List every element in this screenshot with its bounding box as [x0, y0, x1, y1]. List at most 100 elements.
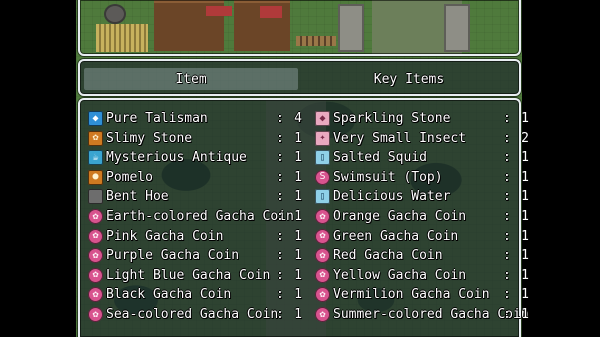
gacha-coin-icon: ✿ [88, 287, 103, 303]
item-separator: : [276, 287, 284, 303]
item-row[interactable]: ☕ Mysterious Antique:1 [88, 148, 302, 167]
item-separator: : [503, 130, 511, 146]
item-name: Pink Gacha Coin [106, 228, 224, 244]
sparkling-stone-icon: ◆ [315, 111, 330, 126]
item-row[interactable]: ✦ Very Small Insect:2 [315, 129, 529, 148]
item-quantity: 1 [521, 209, 529, 224]
item-quantity: 1 [294, 267, 302, 283]
gacha-coin-icon: ✿ [88, 307, 103, 322]
item-row[interactable]: ✿ Purple Gacha Coin:1 [88, 246, 302, 265]
item-list-window: ◆ Pure Talisman:4 ✿ Slimy Stone:1 ☕ Mysteriou… [78, 98, 529, 337]
item-row[interactable]: ▯ Salted Squid:1 [315, 148, 529, 167]
item-row[interactable]: ◆ Sparkling Stone:1 [315, 109, 529, 128]
item-name: Light Blue Gacha Coin [106, 267, 271, 283]
item-row[interactable]: ✿ Sea-colored Gacha Coin:1 [88, 305, 302, 324]
item-row[interactable]: ✿ Red Gacha Coin:1 [315, 246, 529, 265]
item-name: Swimsuit (Top) [333, 169, 443, 185]
tab-key-items[interactable]: Key Items [302, 68, 516, 90]
item-row[interactable]: ▯ Delicious Water:1 [315, 187, 529, 206]
item-row[interactable]: ✿ Earth-colored Gacha Coin:1 [88, 207, 302, 226]
item-separator: : [503, 169, 511, 185]
item-row[interactable]: ✿ Yellow Gacha Coin:1 [315, 266, 529, 285]
item-separator: : [503, 111, 511, 126]
item-quantity: 4 [294, 111, 302, 126]
talisman-icon: ◆ [88, 111, 103, 126]
item-quantity: 1 [294, 248, 302, 264]
item-separator: : [276, 209, 284, 224]
item-row[interactable]: ✿ Orange Gacha Coin:1 [315, 207, 529, 226]
item-separator: : [276, 111, 284, 126]
gacha-coin-icon: ✿ [88, 209, 103, 224]
item-name: Red Gacha Coin [333, 248, 443, 264]
fruit-icon: ● [88, 169, 103, 185]
item-separator: : [276, 228, 284, 244]
item-name: Orange Gacha Coin [333, 209, 467, 224]
item-quantity: 1 [294, 307, 302, 322]
jar-icon: ▯ [315, 150, 330, 166]
teapot-icon: ☕ [88, 150, 103, 166]
item-name: Earth-colored Gacha Coin [106, 209, 294, 224]
item-name: Slimy Stone [106, 130, 193, 146]
gacha-coin-icon: ✿ [315, 248, 330, 264]
item-separator: : [276, 130, 284, 146]
item-name: Purple Gacha Coin [106, 248, 240, 264]
item-separator: : [276, 307, 284, 322]
item-quantity: 1 [294, 150, 302, 166]
letterbox-left [0, 0, 76, 337]
item-name: Sea-colored Gacha Coin [106, 307, 279, 322]
item-row[interactable]: ✿ Slimy Stone:1 [88, 129, 302, 148]
tab-item[interactable]: Item [84, 68, 298, 90]
gacha-coin-icon: ✿ [88, 267, 103, 283]
item-separator: : [503, 248, 511, 264]
gacha-coin-icon: ✿ [88, 228, 103, 244]
game-screen: Item Key Items ◆ Pure Talisman:4 ✿ Slimy St… [0, 0, 600, 337]
item-name: Pomelo [106, 169, 153, 185]
item-quantity: 2 [521, 130, 529, 146]
item-row[interactable]: ● Pomelo:1 [88, 168, 302, 187]
gacha-coin-icon: ✿ [88, 248, 103, 264]
item-row[interactable]: ✿ Vermilion Gacha Coin:1 [315, 285, 529, 304]
item-name: Vermilion Gacha Coin [333, 287, 490, 303]
item-row[interactable]: ◆ Pure Talisman:4 [88, 109, 302, 128]
item-quantity: 1 [521, 111, 529, 126]
item-row[interactable]: S Swimsuit (Top):1 [315, 168, 529, 187]
item-row[interactable]: ✿ Black Gacha Coin:1 [88, 285, 302, 304]
item-separator: : [503, 150, 511, 166]
item-separator: : [276, 248, 284, 264]
item-row[interactable]: Bent Hoe:1 [88, 187, 302, 206]
item-name: Bent Hoe [106, 189, 169, 205]
item-name: Pure Talisman [106, 111, 208, 126]
item-separator: : [276, 189, 284, 205]
item-quantity: 1 [294, 287, 302, 303]
item-quantity: 1 [294, 228, 302, 244]
item-row[interactable]: ✿ Pink Gacha Coin:1 [88, 227, 302, 246]
item-separator: : [503, 307, 511, 322]
category-window: Item Key Items [78, 59, 521, 96]
item-separator: : [276, 150, 284, 166]
slimy-stone-icon: ✿ [88, 130, 103, 146]
item-quantity: 1 [294, 130, 302, 146]
insect-icon: ✦ [315, 130, 330, 146]
item-separator: : [503, 209, 511, 224]
item-name: Sparkling Stone [333, 111, 451, 126]
item-quantity: 1 [521, 307, 529, 322]
item-separator: : [503, 287, 511, 303]
item-quantity: 1 [521, 150, 529, 166]
item-quantity: 1 [521, 248, 529, 264]
gacha-coin-icon: ✿ [315, 267, 330, 283]
item-quantity: 1 [521, 169, 529, 185]
item-quantity: 1 [521, 267, 529, 283]
item-row[interactable]: ✿ Green Gacha Coin:1 [315, 227, 529, 246]
item-quantity: 1 [294, 169, 302, 185]
item-separator: : [503, 228, 511, 244]
letterbox-right [522, 0, 600, 337]
item-row[interactable]: ✿ Light Blue Gacha Coin:1 [88, 266, 302, 285]
item-quantity: 1 [521, 287, 529, 303]
swimsuit-icon: S [315, 169, 330, 185]
item-row[interactable]: ✿ Summer-colored Gacha Coin:1 [315, 305, 529, 324]
item-name: Very Small Insect [333, 130, 467, 146]
gacha-coin-icon: ✿ [315, 287, 330, 303]
help-window [78, 0, 521, 56]
gacha-coin-icon: ✿ [315, 209, 330, 224]
bottle-icon: ▯ [315, 189, 330, 205]
